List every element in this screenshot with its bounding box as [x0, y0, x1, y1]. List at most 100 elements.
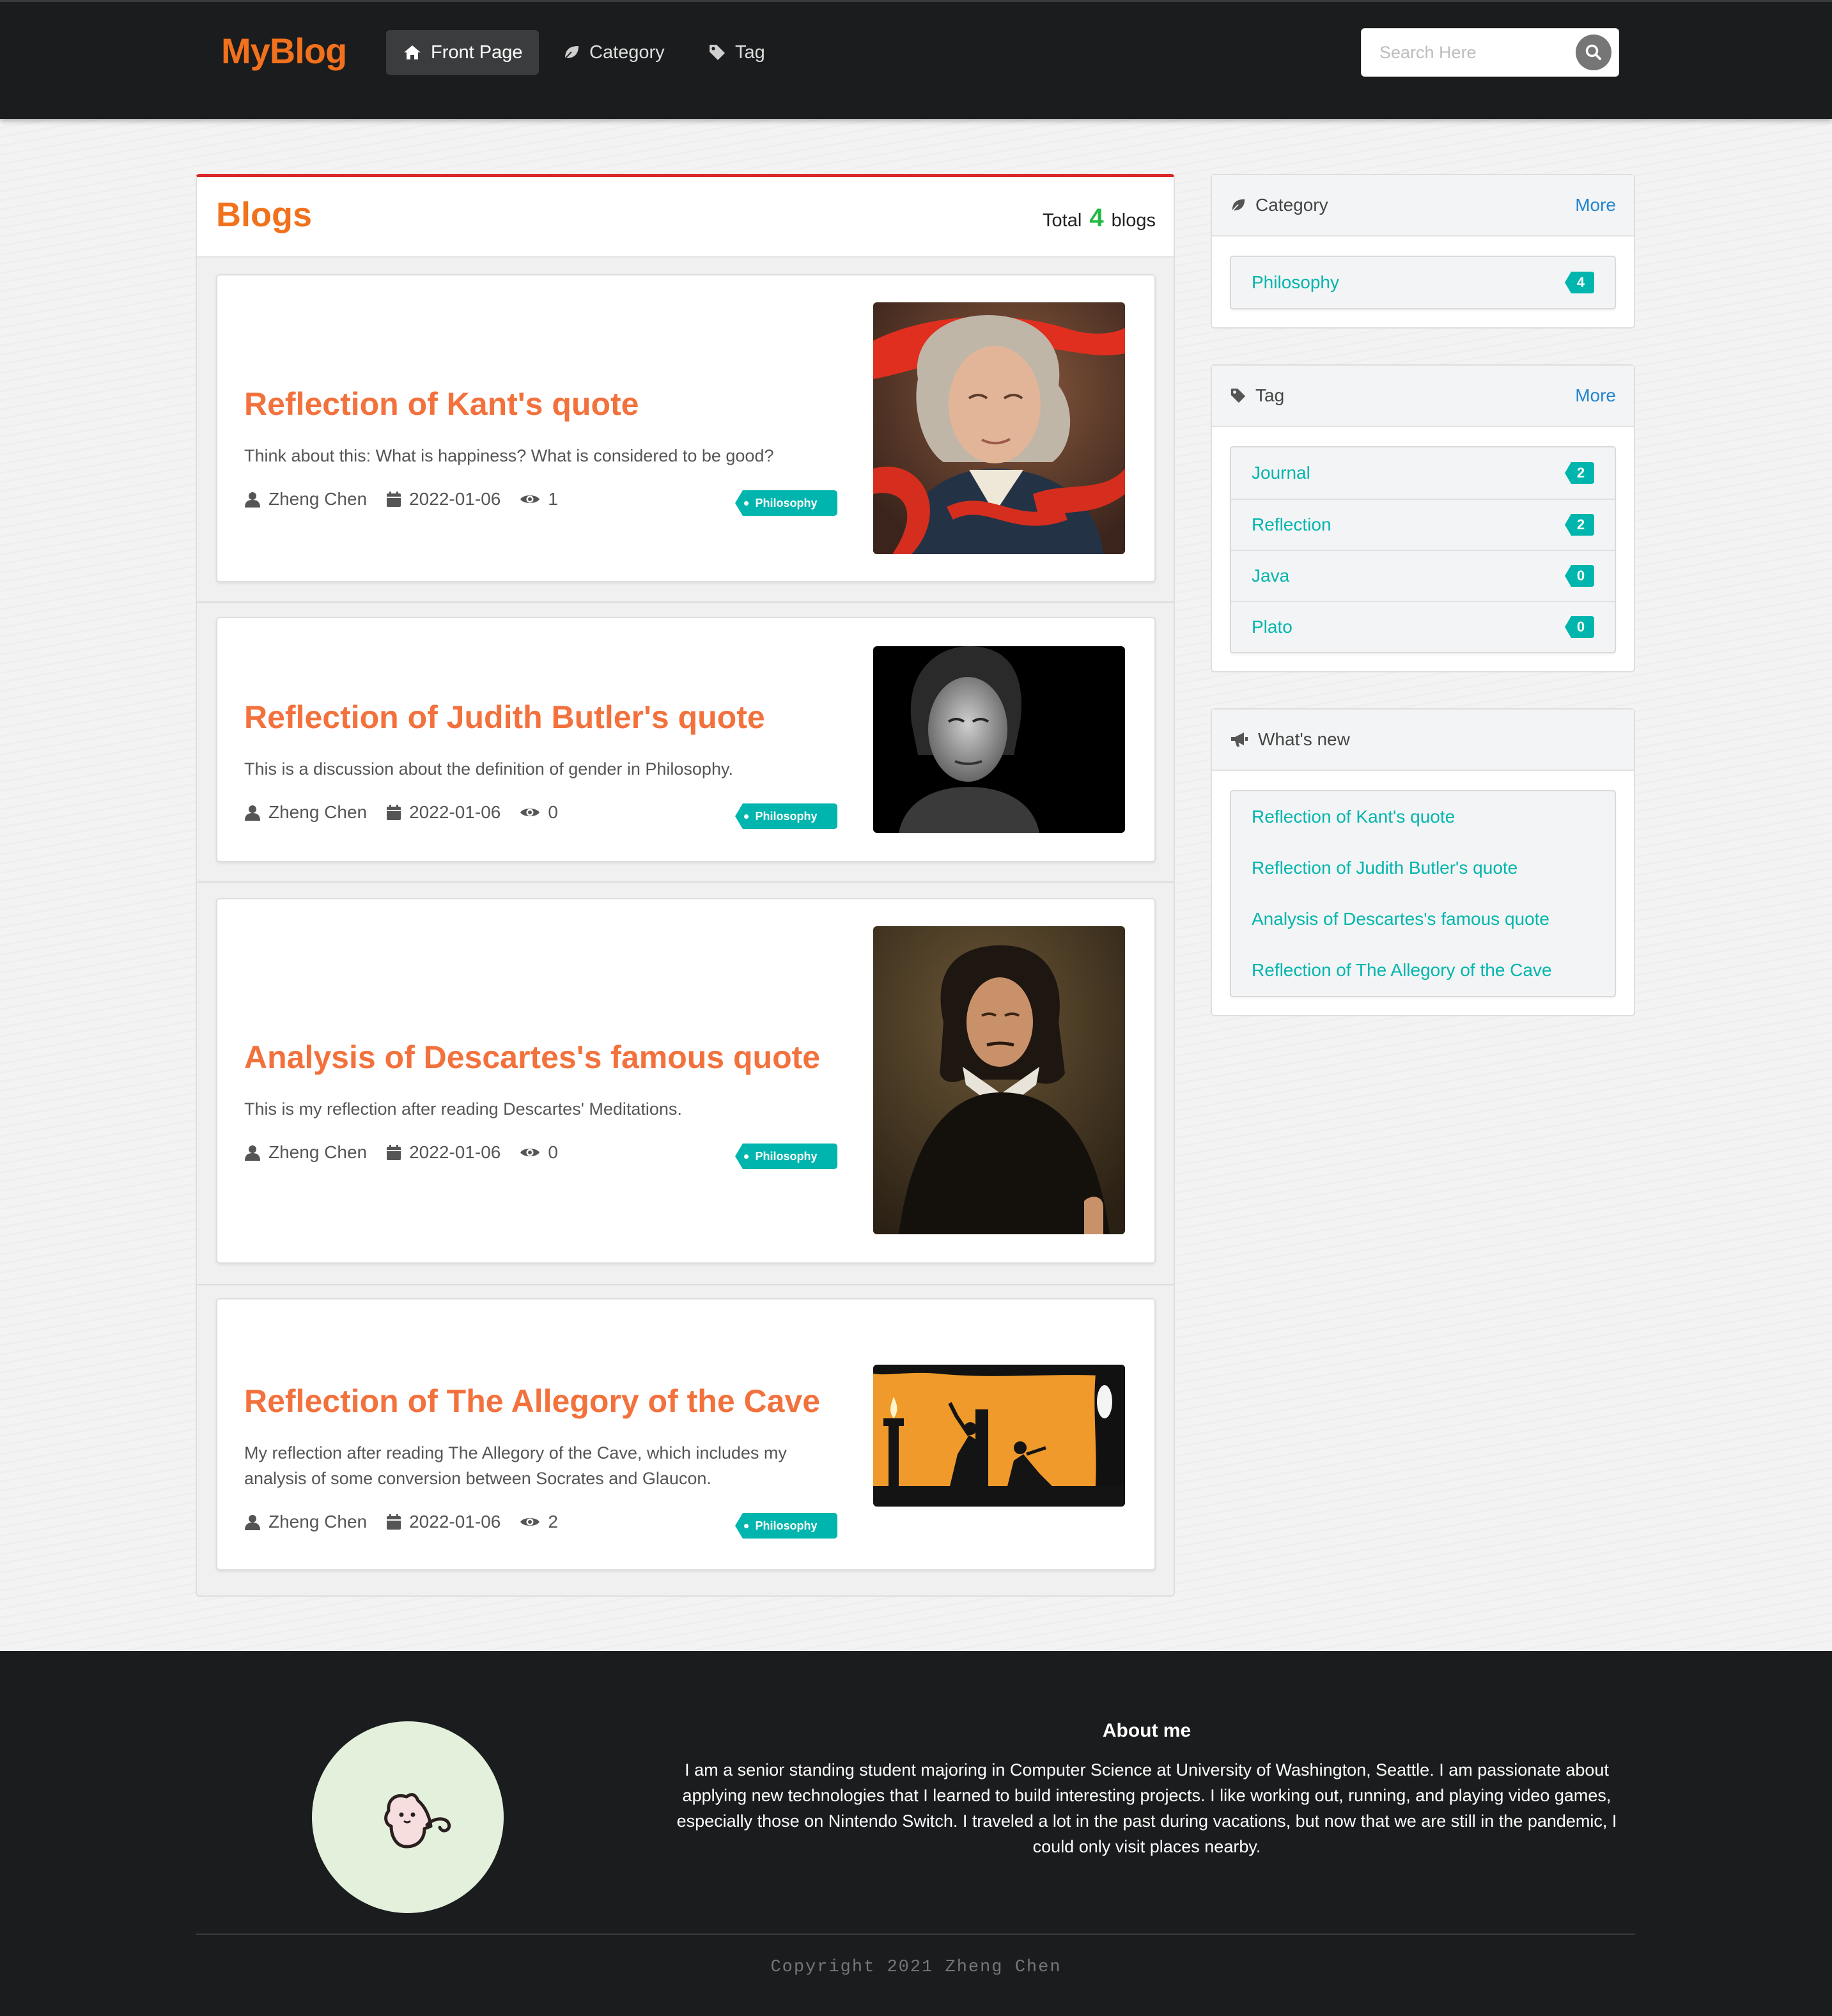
user-icon: [245, 1515, 260, 1530]
tag-panel-title: Tag: [1255, 385, 1285, 405]
tag-item-label: Journal: [1252, 463, 1310, 483]
blog-card[interactable]: Reflection of Kant's quote Think about t…: [216, 274, 1156, 582]
copyright: Copyright 2021 Zheng Chen: [770, 1958, 1062, 1977]
blog-thumbnail-descartes[interactable]: [873, 926, 1125, 1234]
tag-item-count: 0: [1565, 616, 1594, 638]
post-date: 2022-01-06: [409, 489, 501, 509]
leaf-icon: [1230, 199, 1245, 213]
views-meta: 0: [520, 802, 558, 823]
entry-divider: [197, 881, 1174, 883]
tag-item-reflection[interactable]: Reflection 2: [1231, 499, 1615, 550]
blog-thumbnail-cave[interactable]: [873, 1365, 1125, 1507]
descartes-portrait-image: [873, 926, 1125, 1234]
blog-card-meta: Zheng Chen 2022-01-06 0: [244, 802, 577, 823]
eye-icon: [520, 1518, 540, 1526]
tag-panel-header: Tag More: [1212, 366, 1634, 427]
tag-item-java[interactable]: Java 0: [1231, 550, 1615, 601]
footer: About me I am a senior standing student …: [0, 1651, 1832, 2016]
blog-card-description: My reflection after reading The Allegory…: [244, 1443, 787, 1488]
category-item-count: 4: [1565, 272, 1594, 293]
author-name: Zheng Chen: [268, 802, 368, 822]
tag-more-link[interactable]: More: [1575, 385, 1616, 406]
leaf-icon: [563, 46, 578, 61]
tag-item-count: 2: [1565, 514, 1594, 536]
tag-item-count: 0: [1565, 565, 1594, 587]
tag-panel: Tag More Journal 2 Reflection 2 Java 0 P…: [1211, 364, 1635, 672]
bullhorn-icon: [1231, 733, 1248, 747]
category-panel-title-wrap: Category: [1230, 195, 1328, 215]
category-label-tag[interactable]: Philosophy: [735, 803, 837, 829]
author-name: Zheng Chen: [268, 489, 368, 509]
post-date: 2022-01-06: [409, 1142, 501, 1162]
date-meta: 2022-01-06: [386, 1142, 501, 1163]
category-panel-title: Category: [1255, 195, 1328, 215]
post-date: 2022-01-06: [409, 802, 501, 822]
nav-category[interactable]: Category: [546, 30, 681, 75]
view-count: 0: [548, 1142, 558, 1162]
blog-total-suffix: blogs: [1111, 210, 1156, 231]
blog-list-header: Blogs Total 4 blogs: [197, 177, 1174, 258]
nav-tag[interactable]: Tag: [692, 30, 782, 75]
blog-card-meta: Zheng Chen 2022-01-06 0: [244, 1142, 577, 1163]
search-button[interactable]: [1576, 35, 1611, 70]
blog-card-description: This is a discussion about the definitio…: [244, 759, 733, 779]
category-label-tag[interactable]: Philosophy: [735, 1513, 837, 1539]
post-date: 2022-01-06: [409, 1512, 501, 1531]
tag-item-plato[interactable]: Plato 0: [1231, 601, 1615, 652]
blog-total-number: 4: [1089, 204, 1104, 232]
author-meta: Zheng Chen: [244, 489, 367, 509]
blog-card[interactable]: Analysis of Descartes's famous quote Thi…: [216, 898, 1156, 1264]
views-meta: 2: [520, 1512, 558, 1532]
search-icon: [1585, 44, 1601, 60]
tag-item-journal[interactable]: Journal 2: [1231, 447, 1615, 499]
tag-item-label: Reflection: [1252, 515, 1331, 534]
tag-item-count: 2: [1565, 462, 1594, 484]
blog-card[interactable]: Reflection of The Allegory of the Cave M…: [216, 1298, 1156, 1570]
view-count: 0: [548, 802, 558, 822]
user-icon: [245, 492, 260, 508]
blog-card-description: Think about this: What is happiness? Wha…: [244, 446, 774, 465]
blog-list-panel: Blogs Total 4 blogs Reflection of Kant's…: [196, 174, 1175, 1597]
blog-card-title[interactable]: Reflection of The Allegory of the Cave: [244, 1383, 820, 1420]
whats-new-title: What's new: [1258, 729, 1350, 749]
avatar: [312, 1721, 504, 1913]
whats-new-item[interactable]: Reflection of The Allegory of the Cave: [1231, 945, 1615, 996]
blog-card-title[interactable]: Analysis of Descartes's famous quote: [244, 1039, 820, 1076]
user-icon: [245, 805, 260, 821]
author-name: Zheng Chen: [268, 1142, 368, 1162]
view-count: 1: [548, 489, 558, 509]
category-label-tag[interactable]: Philosophy: [735, 490, 837, 516]
category-list: Philosophy 4: [1230, 256, 1616, 309]
whats-new-item[interactable]: Reflection of Kant's quote: [1231, 791, 1615, 842]
category-label-tag[interactable]: Philosophy: [735, 1144, 837, 1169]
cave-allegory-image: [873, 1365, 1125, 1507]
category-panel-header: Category More: [1212, 175, 1634, 236]
top-navbar: MyBlog Front Page Category Tag: [0, 0, 1832, 119]
author-name: Zheng Chen: [268, 1512, 368, 1531]
whats-new-item[interactable]: Analysis of Descartes's famous quote: [1231, 894, 1615, 945]
nav-front-page-label: Front Page: [431, 42, 523, 63]
user-icon: [245, 1145, 260, 1161]
tag-item-label: Plato: [1252, 617, 1292, 637]
site-logo[interactable]: MyBlog: [221, 30, 347, 72]
blog-card-title[interactable]: Reflection of Judith Butler's quote: [244, 699, 765, 736]
calendar-icon: [387, 805, 401, 820]
whats-new-item[interactable]: Reflection of Judith Butler's quote: [1231, 842, 1615, 894]
tag-panel-title-wrap: Tag: [1230, 385, 1284, 406]
nav-front-page[interactable]: Front Page: [386, 30, 540, 75]
date-meta: 2022-01-06: [386, 489, 501, 509]
eye-icon: [520, 1149, 540, 1156]
butler-portrait-image: [873, 646, 1125, 833]
search-input[interactable]: [1362, 29, 1602, 76]
category-more-link[interactable]: More: [1575, 195, 1616, 215]
search-box: [1361, 28, 1619, 77]
about-title: About me: [1102, 1720, 1192, 1741]
blog-card-title[interactable]: Reflection of Kant's quote: [244, 385, 639, 423]
kant-portrait-image: [873, 302, 1125, 554]
category-panel: Category More Philosophy 4: [1211, 174, 1635, 329]
blog-thumbnail-butler[interactable]: [873, 646, 1125, 833]
entry-divider: [197, 1284, 1174, 1285]
blog-card[interactable]: Reflection of Judith Butler's quote This…: [216, 617, 1156, 862]
blog-thumbnail-kant[interactable]: [873, 302, 1125, 554]
category-item-philosophy[interactable]: Philosophy 4: [1231, 257, 1615, 308]
